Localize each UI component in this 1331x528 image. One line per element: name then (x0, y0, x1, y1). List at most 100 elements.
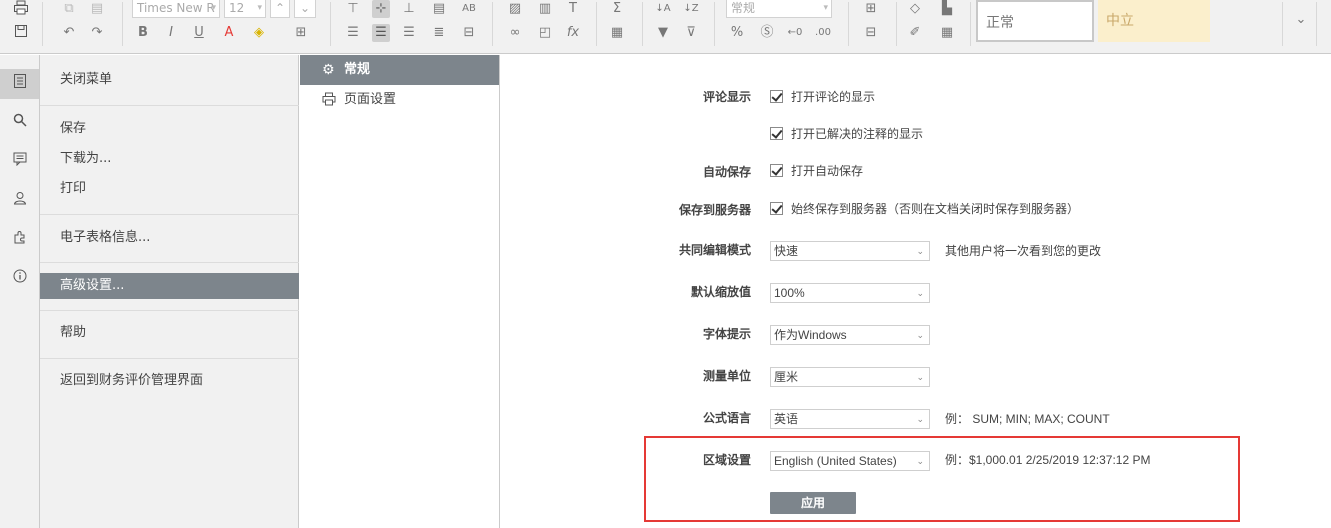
bold-icon[interactable]: B (134, 24, 152, 42)
tab-general[interactable]: ⚙ 常规 (300, 55, 499, 85)
shape-icon[interactable]: ◰ (536, 24, 554, 42)
print-menu-item[interactable]: 打印 (40, 176, 299, 202)
font-color-icon[interactable]: A (220, 24, 238, 42)
resolved-comments-checkbox[interactable] (770, 127, 783, 140)
download-menu-item[interactable]: 下载为... (40, 146, 299, 172)
spreadsheet-info-menu-item[interactable]: 电子表格信息... (40, 225, 299, 251)
apply-button[interactable]: 应用 (770, 492, 856, 514)
align-top-icon[interactable]: ⊤ (344, 0, 362, 18)
region-select[interactable]: English (United States) ⌄ (770, 451, 930, 471)
tab-page-setup-label: 页面设置 (344, 92, 397, 107)
decrease-decimal-icon[interactable]: ←0 (786, 24, 804, 42)
user-icon[interactable] (0, 186, 39, 216)
increase-decimal-icon[interactable]: .00 (814, 24, 832, 42)
insert-cells-icon[interactable]: ⊞ (862, 0, 880, 18)
font-name-combo[interactable]: Times New R ▾ (132, 0, 220, 18)
autosave-option[interactable]: 打开自动保存 (770, 161, 863, 181)
document-icon[interactable] (0, 69, 39, 99)
fill-color-icon[interactable]: ◈ (250, 24, 268, 42)
close-menu-item[interactable]: 关闭菜单 (40, 67, 299, 93)
save-icon[interactable] (12, 24, 30, 42)
font-decrease-button[interactable]: ⌄ (294, 0, 316, 18)
image-icon[interactable]: ▨ (506, 0, 524, 18)
comments-option-2[interactable]: 打开已解决的注释的显示 (770, 124, 923, 144)
clear-icon[interactable]: ◇ (906, 0, 924, 18)
conditional-format-icon[interactable]: ▦ (938, 24, 956, 42)
info-icon[interactable] (0, 264, 39, 294)
sort-ascending-icon[interactable]: ↓A (654, 0, 672, 18)
chevron-down-icon: ⌄ (916, 456, 924, 466)
number-format-combo[interactable]: 常规 ▾ (726, 0, 832, 18)
save-server-checkbox[interactable] (770, 202, 783, 215)
comment-icon[interactable] (0, 147, 39, 177)
align-center-icon[interactable]: ☰ (372, 24, 390, 42)
save-menu-item[interactable]: 保存 (40, 116, 299, 142)
print-icon[interactable] (12, 0, 30, 18)
autosave-checkbox[interactable] (770, 164, 783, 177)
chevron-down-icon: ⌄ (916, 288, 924, 298)
clear-filter-icon[interactable]: ⊽ (682, 24, 700, 42)
coedit-select[interactable]: 快速 ⌄ (770, 241, 930, 261)
unit-value: 厘米 (774, 370, 799, 384)
undo-icon[interactable]: ↶ (60, 24, 78, 42)
align-right-icon[interactable]: ☰ (400, 24, 418, 42)
number-format-value: 常规 (731, 1, 756, 15)
comments-checkbox[interactable] (770, 90, 783, 103)
wrap-text-icon[interactable]: ▤ (430, 0, 448, 18)
tab-page-setup[interactable]: 页面设置 (300, 85, 499, 115)
font-size-combo[interactable]: 12 ▾ (224, 0, 266, 18)
link-icon[interactable]: ∞ (506, 24, 524, 42)
text-orientation-icon[interactable]: AB (460, 0, 478, 18)
help-menu-item[interactable]: 帮助 (40, 320, 299, 346)
format-painter-icon[interactable]: ▙ (938, 0, 956, 18)
sum-icon[interactable]: Σ (608, 0, 626, 18)
gear-icon: ⚙ (322, 62, 335, 78)
unit-select[interactable]: 厘米 ⌄ (770, 367, 930, 387)
sort-descending-icon[interactable]: ↓Z (682, 0, 700, 18)
function-icon[interactable]: fx (564, 24, 582, 42)
autosave-label: 自动保存 (702, 165, 751, 179)
general-settings-form: 评论显示 打开评论的显示 打开已解决的注释的显示 自动保存 打开自动保存 保存到… (501, 55, 1331, 528)
zoom-label: 默认缩放值 (690, 285, 751, 299)
chevron-down-icon[interactable]: ⌄ (1292, 11, 1310, 29)
save-server-label: 保存到服务器 (678, 203, 751, 217)
formula-hint: 例： SUM; MIN; MAX; COUNT (945, 412, 1110, 426)
copy-style-icon[interactable]: ✐ (906, 24, 924, 42)
borders-icon[interactable]: ⊞ (292, 24, 310, 42)
advanced-settings-menu-item[interactable]: 高级设置... (40, 273, 299, 299)
delete-cells-icon[interactable]: ⊟ (862, 24, 880, 42)
font-name-value: Times New R (137, 1, 215, 15)
comments-option-1[interactable]: 打开评论的显示 (770, 87, 875, 107)
copy-icon[interactable]: ⧉ (60, 0, 78, 18)
paste-icon[interactable]: ▤ (88, 0, 106, 18)
style-neutral[interactable]: 中立 (1098, 0, 1210, 42)
currency-icon[interactable]: Ⓢ (758, 24, 776, 42)
toolbar: ⧉ ▤ ↶ ↷ Times New R ▾ 12 ▾ ⌃ ⌄ B I U A ◈ ⊞… (0, 0, 1331, 54)
font-hinting-label: 字体提示 (702, 327, 751, 341)
align-middle-icon[interactable]: ⊹ (372, 0, 390, 18)
textbox-icon[interactable]: T (564, 0, 582, 18)
font-increase-button[interactable]: ⌃ (270, 0, 290, 18)
chart-icon[interactable]: ▥ (536, 0, 554, 18)
chevron-down-icon: ⌄ (916, 330, 924, 340)
formula-language-select[interactable]: 英语 ⌄ (770, 409, 930, 429)
style-normal[interactable]: 正常 (976, 0, 1094, 42)
formula-language-value: 英语 (774, 412, 799, 426)
merge-cells-icon[interactable]: ⊟ (460, 24, 478, 42)
align-bottom-icon[interactable]: ⊥ (400, 0, 418, 18)
plugin-icon[interactable] (0, 225, 39, 255)
back-menu-item[interactable]: 返回到财务评价管理界面 (40, 368, 299, 394)
search-icon[interactable] (0, 108, 39, 138)
filter-icon[interactable]: ▼ (654, 24, 672, 42)
redo-icon[interactable]: ↷ (88, 24, 106, 42)
zoom-select[interactable]: 100% ⌄ (770, 283, 930, 303)
underline-icon[interactable]: U (190, 24, 208, 42)
chevron-down-icon: ⌄ (916, 372, 924, 382)
save-server-option[interactable]: 始终保存到服务器（否则在文档关闭时保存到服务器） (770, 199, 1079, 219)
font-hinting-select[interactable]: 作为Windows ⌄ (770, 325, 930, 345)
align-left-icon[interactable]: ☰ (344, 24, 362, 42)
percent-icon[interactable]: % (728, 24, 746, 42)
named-range-icon[interactable]: ▦ (608, 24, 626, 42)
justify-icon[interactable]: ≣ (430, 24, 448, 42)
italic-icon[interactable]: I (162, 24, 180, 42)
